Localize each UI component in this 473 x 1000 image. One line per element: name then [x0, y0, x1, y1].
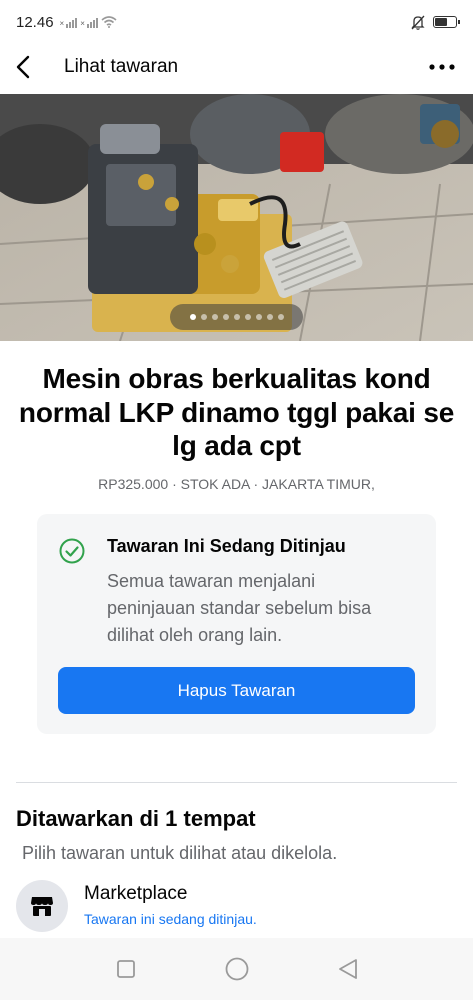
status-right	[411, 15, 460, 30]
review-title: Tawaran Ini Sedang Ditinjau	[107, 536, 346, 556]
review-notice-card: Tawaran Ini Sedang Ditinjau Semua tawara…	[37, 514, 436, 734]
page-title: Lihat tawaran	[64, 56, 179, 77]
carousel-dot[interactable]	[222, 314, 229, 320]
battery-icon	[433, 16, 460, 28]
recent-apps-button[interactable]	[106, 949, 146, 989]
marketplace-status: Tawaran ini sedang ditinjau.	[84, 911, 257, 927]
offered-section-title: Ditawarkan di 1 tempat	[16, 806, 256, 831]
mute-icon	[411, 15, 425, 30]
carousel-dot[interactable]	[211, 314, 218, 320]
signal-1-icon: ×	[60, 17, 78, 28]
more-dots-icon	[429, 64, 455, 70]
carousel-dot[interactable]	[277, 314, 284, 320]
carousel-dot[interactable]	[200, 314, 207, 320]
marketplace-list-item[interactable]: Marketplace Tawaran ini sedang ditinjau.	[16, 880, 457, 938]
review-description: Semua tawaran menjalani peninjauan stand…	[107, 571, 372, 645]
system-nav-bar	[0, 938, 473, 1000]
offered-section-subtitle: Pilih tawaran untuk dilihat atau dikelol…	[22, 843, 338, 863]
carousel-dot[interactable]	[255, 314, 262, 320]
back-icon	[338, 959, 357, 979]
back-button[interactable]	[16, 51, 48, 83]
carousel-dot[interactable]	[233, 314, 240, 320]
marketplace-name: Marketplace	[84, 883, 188, 904]
status-bar: 12.46 × ×	[0, 0, 473, 44]
carousel-dot[interactable]	[266, 314, 273, 320]
signal-icons: × ×	[60, 16, 117, 28]
check-circle-icon	[59, 538, 85, 564]
home-button[interactable]	[217, 949, 257, 989]
marketplace-avatar	[16, 880, 68, 932]
more-options-button[interactable]	[427, 52, 457, 82]
signal-2-icon: ×	[80, 17, 98, 28]
carousel-dot[interactable]	[189, 314, 196, 320]
listing-subtitle: RP325.000 · STOK ADA · JAKARTA TIMUR,	[98, 476, 375, 492]
back-arrow-icon	[16, 55, 30, 79]
wifi-icon	[101, 16, 117, 28]
marketplace-shop-icon	[31, 897, 53, 916]
system-back-button[interactable]	[328, 949, 368, 989]
status-time: 12.46	[16, 13, 54, 31]
home-icon	[225, 957, 248, 981]
app-header: Lihat tawaran	[0, 44, 473, 90]
listing-title: Mesin obras berkualitas kond normal LKP …	[18, 363, 455, 462]
delete-offer-button[interactable]: Hapus Tawaran	[58, 667, 415, 714]
marketplace-text: Marketplace Tawaran ini sedang ditinjau.	[84, 880, 257, 927]
carousel-dot[interactable]	[244, 314, 251, 320]
section-divider	[16, 782, 457, 783]
recent-apps-icon	[116, 960, 135, 978]
status-left: 12.46 × ×	[16, 14, 117, 31]
photo-carousel-indicator[interactable]	[170, 304, 303, 330]
